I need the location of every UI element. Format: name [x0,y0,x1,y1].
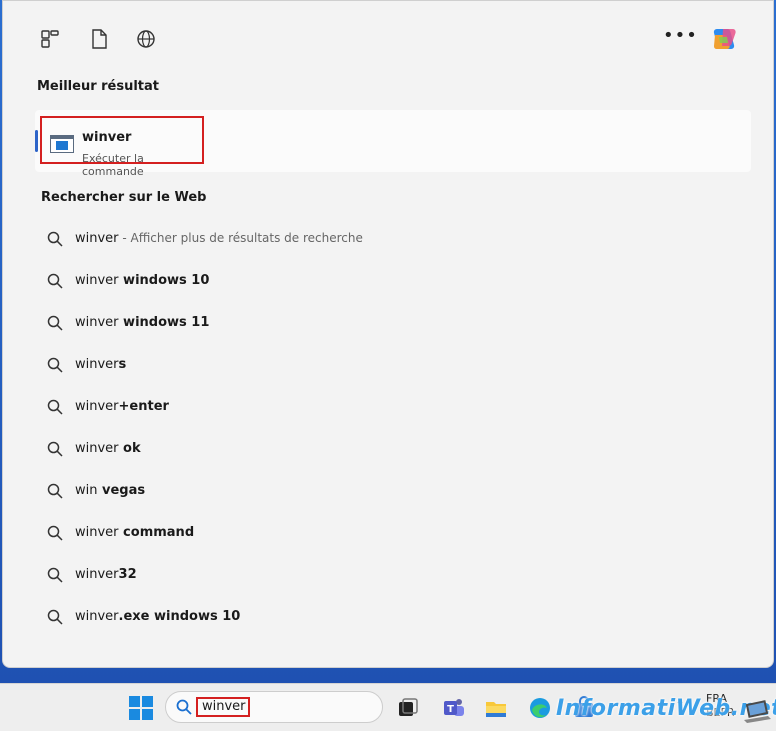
svg-text:T: T [447,704,454,715]
copilot-icon[interactable] [709,23,741,55]
query-text: winver [75,441,119,456]
web-result-text: winvers [75,357,126,372]
selection-indicator [35,130,38,152]
search-icon [47,525,63,541]
taskbar-search[interactable]: winver [165,691,383,723]
best-result-heading: Meilleur résultat [37,79,160,94]
suggestion-text: +enter [118,399,169,414]
file-explorer-icon[interactable] [484,696,508,720]
watermark-laptop-icon [744,700,771,723]
suggestion-text: ok [118,441,141,456]
edge-icon[interactable] [528,696,552,720]
query-text: winver [75,357,119,372]
web-result-text: win vegas [75,483,145,498]
search-icon [47,567,63,583]
suggestion-text: command [118,525,195,540]
document-icon[interactable] [87,27,111,51]
web-result-item[interactable]: winver32 [33,560,749,590]
web-result-item[interactable]: winvers [33,350,749,380]
web-result-item[interactable]: winver - Afficher plus de résultats de r… [33,224,749,254]
suggestion-text: s [118,357,127,372]
web-result-item[interactable]: winver+enter [33,392,749,422]
web-result-item[interactable]: winver ok [33,434,749,464]
search-icon [47,609,63,625]
query-text: winver [75,399,119,414]
query-text: winver [75,525,119,540]
search-icon [47,273,63,289]
query-text: winver [75,315,119,330]
query-text: win [75,483,98,498]
globe-icon[interactable] [134,27,158,51]
search-icon [47,315,63,331]
query-text: winver [75,273,119,288]
web-result-text: winver.exe windows 10 [75,609,240,624]
highlight-box: winver Exécuter la commande [40,116,204,178]
search-input[interactable]: winver [196,697,250,717]
best-result-subtitle: Exécuter la commande [82,152,144,178]
query-text: winver [75,567,119,582]
web-result-item[interactable]: win vegas [33,476,749,506]
search-icon [47,441,63,457]
web-result-item[interactable]: winver.exe windows 10 [33,602,749,632]
web-result-text: winver - Afficher plus de résultats de r… [75,231,363,246]
web-result-text: winver windows 10 [75,273,209,288]
web-result-item[interactable]: winver windows 10 [33,266,749,296]
best-result-card[interactable]: winver Exécuter la commande [35,110,751,178]
web-search-heading: Rechercher sur le Web [41,190,207,205]
suggestion-text: 32 [118,567,137,582]
app-window-icon [50,135,74,153]
teams-icon[interactable]: T [442,696,466,720]
widgets-icon[interactable] [38,27,62,51]
web-result-text: winver windows 11 [75,315,209,330]
search-icon [47,231,63,247]
more-results-text: - Afficher plus de résultats de recherch… [118,231,363,245]
web-result-item[interactable]: winver command [33,518,749,548]
search-icon [47,399,63,415]
more-options-button[interactable]: ••• [663,27,697,49]
suggestion-text: windows 10 [118,273,210,288]
suggestion-text: .exe windows 10 [118,609,241,624]
start-button[interactable] [129,696,153,720]
query-text: winver [75,609,119,624]
web-result-text: winver command [75,525,194,540]
query-text: winver [75,231,119,246]
task-view-icon[interactable] [396,696,420,720]
search-panel: ••• Meilleur résultat winver Exécuter la… [2,0,774,668]
search-icon [47,483,63,499]
suggestion-text: vegas [97,483,146,498]
web-result-item[interactable]: winver windows 11 [33,308,749,338]
search-icon [47,357,63,373]
web-result-text: winver ok [75,441,141,456]
web-result-text: winver32 [75,567,137,582]
best-result-name: winver [82,130,132,145]
search-icon [176,699,192,715]
web-result-text: winver+enter [75,399,169,414]
suggestion-text: windows 11 [118,315,210,330]
